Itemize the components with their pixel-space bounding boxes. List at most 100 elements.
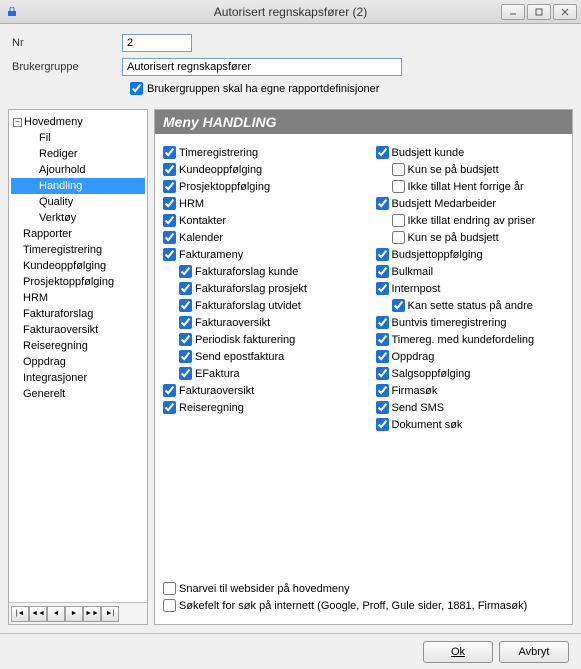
option-checkbox[interactable] <box>376 401 389 414</box>
option-row: Kun se på budsjett <box>376 161 565 178</box>
option-label: Kontakter <box>179 215 226 227</box>
tree-item[interactable]: Integrasjoner <box>11 370 145 386</box>
tree-item[interactable]: Handling <box>11 178 145 194</box>
brukergruppe-input[interactable] <box>122 58 402 76</box>
option-checkbox[interactable] <box>179 333 192 346</box>
tree-item[interactable]: Timeregistrering <box>11 242 145 258</box>
option-checkbox[interactable] <box>376 367 389 380</box>
window-title: Autorisert regnskapsfører (2) <box>214 5 367 19</box>
option-checkbox[interactable] <box>163 248 176 261</box>
option-label: Kalender <box>179 232 223 244</box>
tree-item[interactable]: Ajourhold <box>11 162 145 178</box>
option-row: Søkefelt for søk på internett (Google, P… <box>163 597 564 614</box>
option-checkbox[interactable] <box>179 316 192 329</box>
option-checkbox[interactable] <box>376 333 389 346</box>
option-label: Kan sette status på andre <box>408 300 533 312</box>
egne-rapport-checkbox[interactable] <box>130 82 143 95</box>
option-checkbox[interactable] <box>179 367 192 380</box>
option-checkbox[interactable] <box>376 197 389 210</box>
lock-icon <box>6 6 18 18</box>
option-checkbox[interactable] <box>163 146 176 159</box>
tree-item-label: Hovedmeny <box>24 116 83 128</box>
option-row: Bulkmail <box>376 263 565 280</box>
option-checkbox[interactable] <box>376 265 389 278</box>
option-label: Kun se på budsjett <box>408 232 499 244</box>
tree-item[interactable]: Fakturaforslag <box>11 306 145 322</box>
option-checkbox[interactable] <box>163 599 176 612</box>
tree-item[interactable]: HRM <box>11 290 145 306</box>
option-row: Prosjektoppfølging <box>163 178 352 195</box>
tree-item-label: Verktøy <box>39 212 76 224</box>
option-row: Fakturaoversikt <box>163 382 352 399</box>
nav-prev-page[interactable]: ◄◄ <box>29 606 47 622</box>
option-checkbox[interactable] <box>163 163 176 176</box>
option-checkbox[interactable] <box>392 231 405 244</box>
option-label: Snarvei til websider på hovedmeny <box>179 583 350 595</box>
option-checkbox[interactable] <box>163 231 176 244</box>
option-checkbox[interactable] <box>163 384 176 397</box>
option-row: Internpost <box>376 280 565 297</box>
nav-last[interactable]: ►| <box>101 606 119 622</box>
tree-item[interactable]: Oppdrag <box>11 354 145 370</box>
close-button[interactable] <box>553 4 577 20</box>
nav-prev[interactable]: ◄ <box>47 606 65 622</box>
ok-button[interactable]: Ok <box>423 641 493 663</box>
option-checkbox[interactable] <box>376 282 389 295</box>
option-checkbox[interactable] <box>179 350 192 363</box>
tree-item[interactable]: Prosjektoppfølging <box>11 274 145 290</box>
option-checkbox[interactable] <box>163 401 176 414</box>
tree-item-label: Rapporter <box>23 228 72 240</box>
tree-item[interactable]: −Hovedmeny <box>11 114 145 130</box>
option-checkbox[interactable] <box>392 180 405 193</box>
tree-item[interactable]: Reiseregning <box>11 338 145 354</box>
option-checkbox[interactable] <box>392 299 405 312</box>
option-checkbox[interactable] <box>376 146 389 159</box>
options-col-2: Budsjett kundeKun se på budsjettIkke til… <box>376 144 565 572</box>
option-checkbox[interactable] <box>376 418 389 431</box>
minimize-button[interactable] <box>501 4 525 20</box>
nav-next[interactable]: ► <box>65 606 83 622</box>
option-checkbox[interactable] <box>179 265 192 278</box>
nr-input[interactable] <box>122 34 192 52</box>
option-checkbox[interactable] <box>376 384 389 397</box>
tree[interactable]: −HovedmenyFilRedigerAjourholdHandlingQua… <box>9 110 147 602</box>
option-checkbox[interactable] <box>392 214 405 227</box>
option-row: Ikke tillat Hent forrige år <box>376 178 565 195</box>
option-checkbox[interactable] <box>179 282 192 295</box>
tree-item[interactable]: Quality <box>11 194 145 210</box>
option-label: EFaktura <box>195 368 240 380</box>
tree-item-label: HRM <box>23 292 48 304</box>
collapse-icon[interactable]: − <box>13 118 22 127</box>
option-row: Oppdrag <box>376 348 565 365</box>
tree-item[interactable]: Verktøy <box>11 210 145 226</box>
right-panel: Meny HANDLING TimeregistreringKundeoppfø… <box>154 109 573 625</box>
option-row: Ikke tillat endring av priser <box>376 212 565 229</box>
option-checkbox[interactable] <box>376 316 389 329</box>
option-checkbox[interactable] <box>163 214 176 227</box>
tree-item[interactable]: Fakturaoversikt <box>11 322 145 338</box>
option-checkbox[interactable] <box>376 248 389 261</box>
tree-item-label: Timeregistrering <box>23 244 102 256</box>
option-row: Budsjett Medarbeider <box>376 195 565 212</box>
tree-item[interactable]: Kundeoppfølging <box>11 258 145 274</box>
nav-first[interactable]: |◄ <box>11 606 29 622</box>
tree-item[interactable]: Rediger <box>11 146 145 162</box>
option-label: Firmasøk <box>392 385 438 397</box>
option-label: Reiseregning <box>179 402 244 414</box>
option-row: Kontakter <box>163 212 352 229</box>
option-checkbox[interactable] <box>163 197 176 210</box>
option-checkbox[interactable] <box>163 180 176 193</box>
option-row: Fakturaoversikt <box>163 314 352 331</box>
tree-item[interactable]: Rapporter <box>11 226 145 242</box>
avbryt-button[interactable]: Avbryt <box>499 641 569 663</box>
option-checkbox[interactable] <box>179 299 192 312</box>
option-row: Timeregistrering <box>163 144 352 161</box>
tree-item[interactable]: Generelt <box>11 386 145 402</box>
option-checkbox[interactable] <box>163 582 176 595</box>
option-checkbox[interactable] <box>376 350 389 363</box>
option-row: Kan sette status på andre <box>376 297 565 314</box>
option-checkbox[interactable] <box>392 163 405 176</box>
maximize-button[interactable] <box>527 4 551 20</box>
nav-next-page[interactable]: ►► <box>83 606 101 622</box>
tree-item[interactable]: Fil <box>11 130 145 146</box>
